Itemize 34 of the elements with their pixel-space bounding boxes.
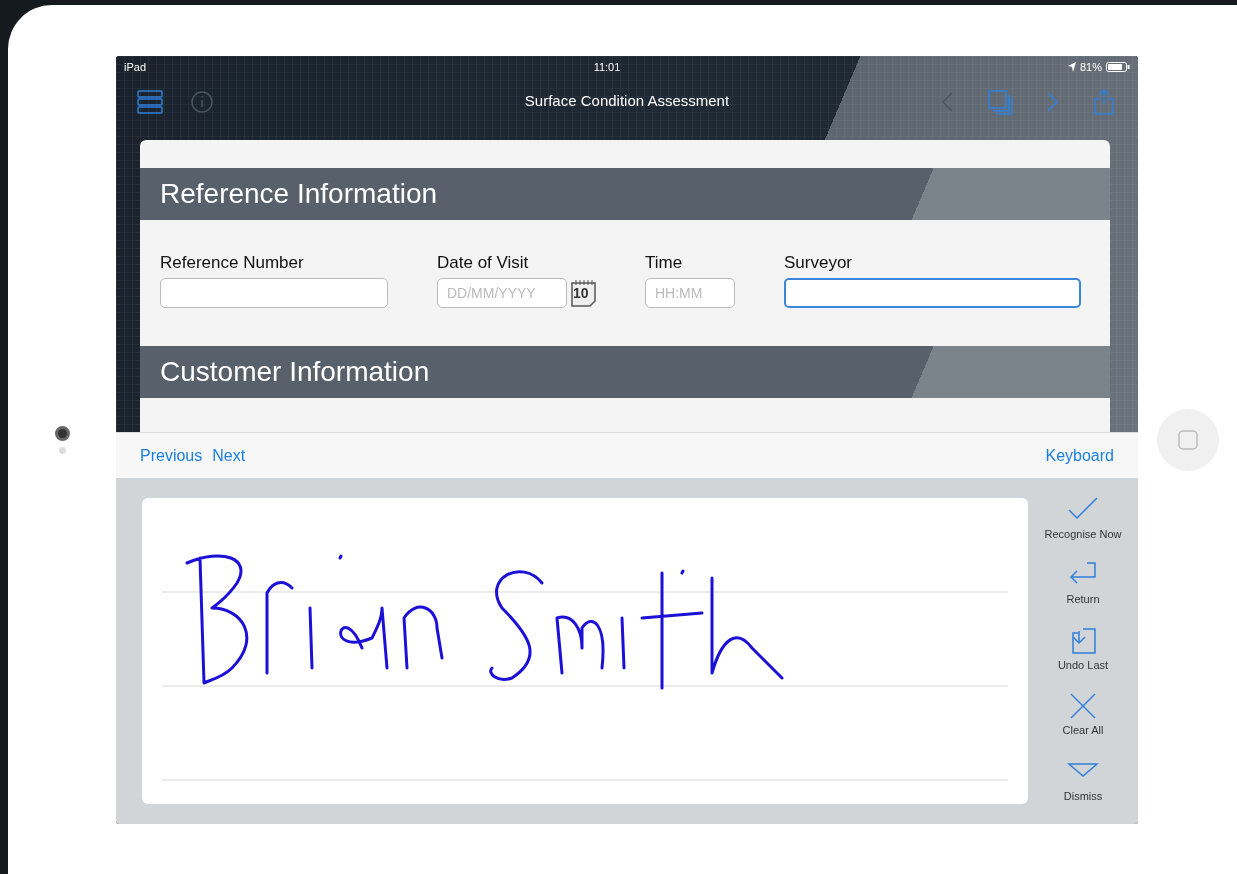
- camera-lens: [54, 426, 70, 441]
- text-field[interactable]: DD/MM/YYYY: [437, 277, 567, 308]
- text-field[interactable]: HH:MM: [645, 277, 735, 308]
- nav-stacked-pages-button[interactable]: [986, 87, 1014, 116]
- tool-button[interactable]: Undo Last: [1057, 626, 1109, 674]
- field-label: Reference Number: [160, 252, 305, 274]
- previous-button[interactable]: Previous: [140, 443, 203, 468]
- menu-icon: [136, 87, 164, 116]
- tool-button[interactable]: Clear All: [1062, 692, 1104, 739]
- nav-menu-button[interactable]: [136, 87, 164, 116]
- text-field[interactable]: [784, 277, 1081, 308]
- tool-button[interactable]: Recognise Now: [1044, 496, 1122, 543]
- sensor-dot: [58, 447, 66, 454]
- section-header: Customer Information: [140, 346, 1110, 398]
- tool-button[interactable]: Return: [1066, 561, 1100, 608]
- close-icon: [1067, 692, 1099, 721]
- field-label: Surveyor: [784, 252, 854, 274]
- field-label: Date of Visit: [437, 252, 530, 274]
- stacked-pages-icon: [986, 87, 1014, 116]
- section-header: Reference Information: [140, 168, 1110, 220]
- location-arrow-icon: [1067, 62, 1076, 72]
- next-button[interactable]: Next: [212, 443, 246, 468]
- tool-button[interactable]: Dismiss: [1063, 757, 1103, 804]
- square-icon: [1176, 429, 1199, 451]
- writing-pad[interactable]: [142, 498, 1028, 804]
- battery-icon: [1106, 62, 1130, 72]
- text-field[interactable]: [160, 277, 388, 308]
- field-label: Time: [645, 252, 684, 274]
- calendar-button[interactable]: 10: [571, 278, 596, 307]
- status-time: 11:01: [593, 59, 621, 75]
- keyboard-button[interactable]: Keyboard: [1045, 443, 1114, 468]
- battery-percent: 81%: [1079, 59, 1102, 75]
- carrier-label: iPad: [124, 59, 147, 75]
- screen-title: Surface Condition Assessment: [523, 91, 731, 112]
